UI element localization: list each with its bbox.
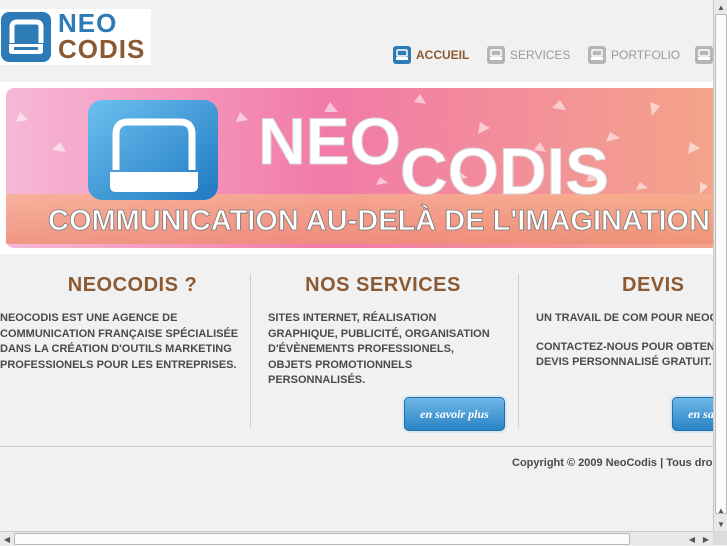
vertical-scrollbar[interactable]: ▲ ▲ ▼	[713, 0, 727, 531]
logo-text-neo: NEO	[58, 8, 118, 38]
column-text: UN TRAVAIL DE COM POUR NEOC	[536, 312, 713, 324]
column-text: SITES INTERNET, RÉALISATION GRAPHIQUE, P…	[268, 312, 490, 386]
column-text: NEOCODIS EST UNE AGENCE DE COMMUNICATION…	[0, 312, 239, 371]
nav-item-portfolio[interactable]: PORTFOLIO	[588, 44, 680, 66]
intro-column: NEOCODIS ? NEOCODIS EST UNE AGENCE DE CO…	[0, 274, 240, 373]
hero-banner-graphic: NEO CODIS COMMUNICATION AU-DELÀ DE L'IMA…	[6, 88, 713, 248]
logo-text-codis: CODIS	[58, 34, 146, 64]
nav-label: ACCUEIL	[416, 48, 470, 62]
monitor-icon	[487, 46, 505, 64]
banner-brand-codis: CODIS	[400, 134, 609, 208]
monitor-icon	[695, 46, 713, 64]
nav-item-services[interactable]: SERVICES	[487, 44, 570, 66]
page-viewport: NEO CODIS ACCUEIL SERVICES PORTFOLIO NEO…	[0, 0, 713, 531]
horizontal-scroll-thumb[interactable]	[14, 533, 630, 545]
nav-item-accueil[interactable]: ACCUEIL	[393, 44, 469, 66]
column-divider	[518, 274, 519, 428]
nav-item-more[interactable]	[695, 44, 713, 66]
scrollbar-corner	[713, 531, 727, 545]
monitor-icon	[588, 46, 606, 64]
footer-copyright: Copyright © 2009 NeoCodis | Tous droi	[512, 457, 713, 469]
services-more-button[interactable]: en savoir plus	[404, 397, 505, 431]
column-title: NEOCODIS ?	[67, 274, 198, 296]
scroll-left-icon[interactable]: ◀	[0, 532, 14, 546]
column-title: DEVIS	[622, 274, 685, 296]
scroll-right-icon[interactable]: ▶	[699, 532, 713, 546]
devis-column: DEVIS UN TRAVAIL DE COM POUR NEOC CONTAC…	[536, 274, 713, 371]
scroll-up-icon[interactable]: ▲	[714, 503, 727, 517]
scroll-up-icon[interactable]: ▲	[714, 0, 727, 14]
scroll-down-icon[interactable]: ▼	[714, 517, 727, 531]
nav-label: SERVICES	[510, 48, 571, 62]
nav-label: PORTFOLIO	[611, 48, 681, 62]
banner-tagline: COMMUNICATION AU-DELÀ DE L'IMAGINATION	[48, 203, 710, 237]
column-divider	[250, 274, 251, 428]
vertical-scroll-thumb[interactable]	[715, 14, 727, 514]
logo-mark-icon	[1, 12, 51, 62]
column-title: NOS SERVICES	[305, 274, 461, 296]
hero-banner: NEO CODIS COMMUNICATION AU-DELÀ DE L'IMA…	[0, 82, 713, 254]
services-column: NOS SERVICES SITES INTERNET, RÉALISATION…	[268, 274, 508, 389]
scroll-left-icon[interactable]: ◀	[685, 532, 699, 546]
banner-brand-neo: NEO	[258, 104, 401, 178]
column-text-2: CONTACTEZ-NOUS POUR OBTEN DEVIS PERSONNA…	[536, 340, 713, 369]
site-logo[interactable]: NEO CODIS	[0, 9, 151, 65]
devis-more-button[interactable]: en savoir plus	[672, 397, 713, 431]
horizontal-scrollbar[interactable]: ◀ ◀ ▶	[0, 531, 713, 545]
monitor-icon	[393, 46, 411, 64]
footer-divider	[0, 446, 713, 447]
